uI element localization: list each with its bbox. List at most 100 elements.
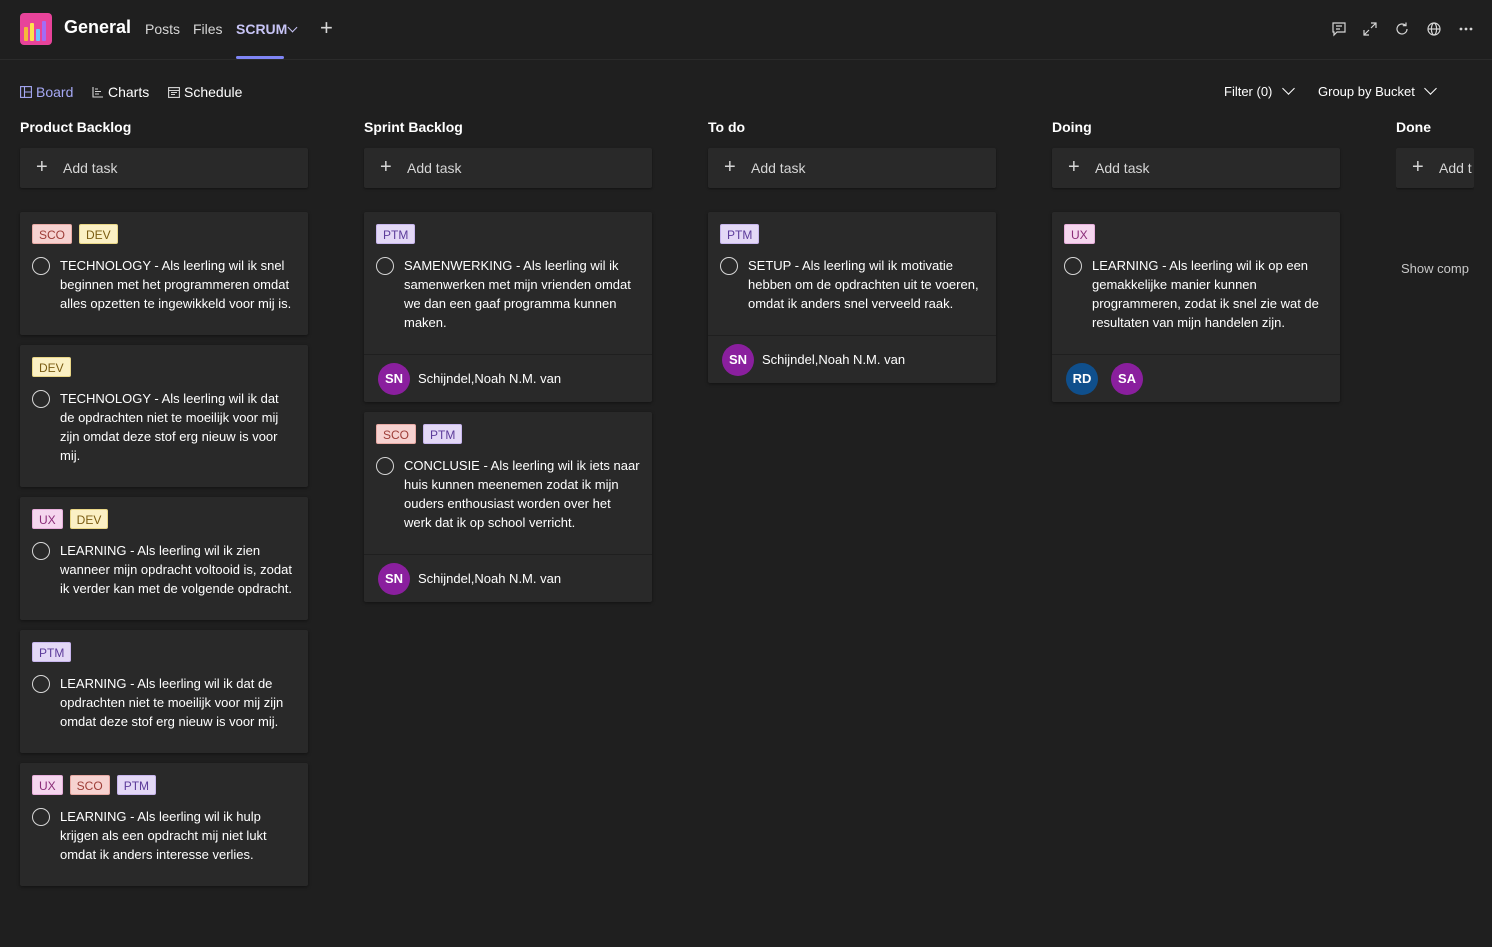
label-tag: PTM	[116, 775, 157, 795]
task-title-row: SAMENWERKING - Als leerling wil ik samen…	[376, 256, 640, 332]
conversation-icon[interactable]	[1328, 18, 1350, 40]
label-tag: SCO	[376, 424, 417, 444]
task-title-row: LEARNING - Als leerling wil ik zien wann…	[32, 541, 296, 598]
avatar[interactable]: SN	[378, 562, 410, 595]
task-card-body: PTM LEARNING - Als leerling wil ik dat de…	[20, 630, 308, 753]
task-card[interactable]: PTM SAMENWERKING - Als leerling wil ik sa…	[364, 212, 652, 402]
task-labels: UX DEV	[32, 509, 296, 529]
label-tag: DEV	[69, 509, 109, 529]
filter-chevron-icon[interactable]	[1282, 82, 1295, 95]
task-card-body: UX LEARNING - Als leerling wil ik op een …	[1052, 212, 1340, 354]
complete-checkbox-icon[interactable]	[1064, 257, 1082, 275]
more-options-icon[interactable]	[1455, 18, 1477, 40]
add-task-label: Add t	[1439, 160, 1472, 176]
complete-checkbox-icon[interactable]	[32, 675, 50, 693]
task-title-row: TECHNOLOGY - Als leerling wil ik snel be…	[32, 256, 296, 313]
add-task-button[interactable]: + Add task	[364, 148, 652, 188]
add-task-label: Add task	[63, 160, 118, 176]
assignee-name: Schijndel,Noah N.M. van	[762, 352, 906, 367]
complete-checkbox-icon[interactable]	[32, 257, 50, 275]
complete-checkbox-icon[interactable]	[720, 257, 738, 275]
active-tab-indicator	[236, 56, 284, 59]
team-avatar-icon[interactable]	[20, 13, 52, 45]
show-completed-button[interactable]: Show comp	[1396, 261, 1474, 276]
schedule-label: Schedule	[184, 84, 243, 100]
group-by-chevron-icon[interactable]	[1424, 82, 1437, 95]
top-bar: General Posts Files SCRUM +	[0, 0, 1492, 60]
complete-checkbox-icon[interactable]	[376, 457, 394, 475]
task-list: PTM SETUP - Als leerling wil ik motivatie…	[708, 212, 996, 383]
task-labels: UX SCO PTM	[32, 775, 296, 795]
complete-checkbox-icon[interactable]	[32, 808, 50, 826]
task-title-row: TECHNOLOGY - Als leerling wil ik dat de …	[32, 389, 296, 465]
filter-button[interactable]: Filter (0)	[1224, 83, 1272, 101]
charts-view-button[interactable]: Charts	[92, 83, 149, 101]
label-tag: SCO	[69, 775, 110, 795]
label-tag: DEV	[32, 357, 71, 377]
bucket-column: Product Backlog + Add task SCO DEV TECHNOLOGY…	[20, 118, 308, 896]
bucket-column: To do + Add task PTM SETUP - Als leerling wi…	[708, 118, 996, 393]
task-title: LEARNING - Als leerling wil ik zien wann…	[60, 543, 292, 596]
task-title-row: LEARNING - Als leerling wil ik hulp krij…	[32, 807, 296, 864]
avatar[interactable]: SN	[722, 343, 754, 376]
task-card[interactable]: UX SCO PTM LEARNING - Als leerling wil ik h…	[20, 763, 308, 886]
task-list: UX LEARNING - Als leerling wil ik op een …	[1052, 212, 1340, 402]
task-title: LEARNING - Als leerling wil ik dat de op…	[60, 676, 284, 729]
task-card-body: DEV TECHNOLOGY - Als leerling wil ik dat …	[20, 345, 308, 487]
add-tab-button[interactable]: +	[320, 17, 333, 39]
task-card-body: SCO PTM CONCLUSIE - Als leerling wil ik ie…	[364, 412, 652, 554]
tab-posts[interactable]: Posts	[145, 21, 180, 37]
task-labels: DEV	[32, 357, 296, 377]
add-task-button[interactable]: + Add task	[1052, 148, 1340, 188]
task-assignees: SN Schijndel,Noah N.M. van	[364, 554, 652, 602]
task-labels: SCO DEV	[32, 224, 296, 244]
task-title: TECHNOLOGY - Als leerling wil ik snel be…	[60, 258, 292, 311]
expand-icon[interactable]	[1359, 18, 1381, 40]
task-card-body: PTM SETUP - Als leerling wil ik motivatie…	[708, 212, 996, 335]
task-card[interactable]: PTM SETUP - Als leerling wil ik motivatie…	[708, 212, 996, 383]
tab-files[interactable]: Files	[193, 21, 223, 37]
bucket-column: Doing + Add task UX LEARNING - Als leerling …	[1052, 118, 1340, 412]
task-card-body: PTM SAMENWERKING - Als leerling wil ik sa…	[364, 212, 652, 354]
avatar[interactable]: SA	[1111, 362, 1143, 395]
complete-checkbox-icon[interactable]	[32, 390, 50, 408]
complete-checkbox-icon[interactable]	[32, 542, 50, 560]
calendar-icon	[168, 83, 180, 101]
task-assignees: SN Schijndel,Noah N.M. van	[708, 335, 996, 383]
board-view-button[interactable]: Board	[20, 83, 73, 101]
avatar[interactable]: SN	[378, 362, 410, 395]
task-card[interactable]: SCO DEV TECHNOLOGY - Als leerling wil ik s…	[20, 212, 308, 335]
refresh-icon[interactable]	[1391, 18, 1413, 40]
add-task-button[interactable]: + Add t	[1396, 148, 1474, 188]
task-labels: PTM	[32, 642, 296, 662]
bucket-column: Sprint Backlog + Add task PTM SAMENWERKING -…	[364, 118, 652, 612]
add-task-label: Add task	[1095, 160, 1150, 176]
label-tag: PTM	[720, 224, 760, 244]
globe-icon[interactable]	[1423, 18, 1445, 40]
task-card[interactable]: UX DEV LEARNING - Als leerling wil ik zien…	[20, 497, 308, 620]
schedule-view-button[interactable]: Schedule	[168, 83, 242, 101]
label-tag: UX	[32, 509, 63, 529]
task-card-body: UX SCO PTM LEARNING - Als leerling wil ik h…	[20, 763, 308, 886]
task-card[interactable]: DEV TECHNOLOGY - Als leerling wil ik dat …	[20, 345, 308, 487]
avatar[interactable]: RD	[1066, 362, 1098, 395]
add-task-button[interactable]: + Add task	[20, 148, 308, 188]
board-icon	[20, 83, 32, 101]
label-tag: PTM	[32, 642, 72, 662]
task-title: LEARNING - Als leerling wil ik op een ge…	[1092, 258, 1319, 330]
tab-dropdown-chevron-icon[interactable]	[287, 22, 298, 33]
group-by-button[interactable]: Group by Bucket	[1318, 83, 1415, 101]
task-list: SCO DEV TECHNOLOGY - Als leerling wil ik s…	[20, 212, 308, 886]
task-title: LEARNING - Als leerling wil ik hulp krij…	[60, 809, 267, 862]
task-card[interactable]: PTM LEARNING - Als leerling wil ik dat de…	[20, 630, 308, 753]
bucket-column: Done + Add t Show comp	[1396, 118, 1474, 300]
plus-icon: +	[36, 156, 48, 178]
bucket-title: Sprint Backlog	[364, 119, 463, 135]
complete-checkbox-icon[interactable]	[376, 257, 394, 275]
add-task-button[interactable]: + Add task	[708, 148, 996, 188]
tab-scrum[interactable]: SCRUM	[236, 21, 287, 37]
task-card[interactable]: SCO PTM CONCLUSIE - Als leerling wil ik ie…	[364, 412, 652, 602]
task-card[interactable]: UX LEARNING - Als leerling wil ik op een …	[1052, 212, 1340, 402]
add-task-label: Add task	[407, 160, 462, 176]
task-assignees: SN Schijndel,Noah N.M. van	[364, 354, 652, 402]
